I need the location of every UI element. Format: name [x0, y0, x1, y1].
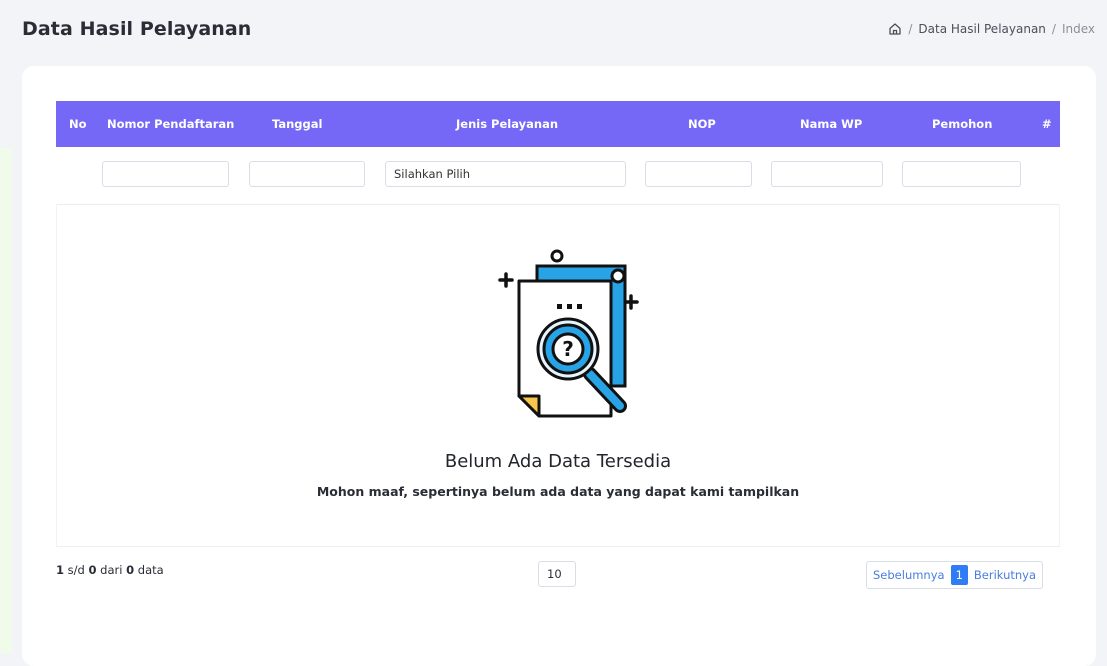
breadcrumb-item-index: Index — [1061, 22, 1095, 36]
page-size-select[interactable]: 10 — [538, 561, 576, 587]
column-no: No — [69, 117, 87, 131]
column-jenis-pelayanan: Jenis Pelayanan — [456, 117, 559, 131]
column-nama-wp: Nama WP — [800, 117, 863, 131]
page-header: Data Hasil Pelayanan / Data Hasil Pelaya… — [22, 14, 1095, 44]
filter-row: Silahkan Pilih — [56, 147, 1060, 205]
breadcrumb-separator: / — [1051, 22, 1056, 36]
column-nop: NOP — [688, 117, 716, 131]
home-icon[interactable] — [888, 22, 902, 36]
breadcrumb-item-data-hasil-pelayanan[interactable]: Data Hasil Pelayanan — [918, 22, 1045, 36]
breadcrumb-separator: / — [908, 22, 913, 36]
column-nomor-pendaftaran: Nomor Pendaftaran — [107, 117, 235, 131]
next-page-button[interactable]: Berikutnya — [968, 562, 1042, 588]
column-pemohon: Pemohon — [932, 117, 993, 131]
total-count: 0 — [126, 563, 135, 577]
pagination: Sebelumnya 1 Berikutnya — [866, 561, 1044, 589]
content-card: No Nomor Pendaftaran Tanggal Jenis Pelay… — [22, 66, 1096, 666]
prev-page-button[interactable]: Sebelumnya — [867, 562, 951, 588]
side-strip — [0, 148, 12, 653]
empty-state-title: Belum Ada Data Tersedia — [444, 451, 672, 472]
range-end: 0 — [88, 563, 97, 577]
filter-pemohon-input[interactable] — [902, 161, 1021, 187]
filter-nama-wp-input[interactable] — [771, 161, 883, 187]
page-title: Data Hasil Pelayanan — [22, 18, 252, 40]
filter-nop-input[interactable] — [645, 161, 752, 187]
filter-nomor-pendaftaran-input[interactable] — [102, 161, 229, 187]
table-info: 1 s/d 0 dari 0 data — [56, 563, 164, 577]
table-header: No Nomor Pendaftaran Tanggal Jenis Pelay… — [56, 101, 1060, 147]
svg-text:?: ? — [562, 337, 574, 361]
column-tanggal: Tanggal — [272, 117, 323, 131]
range-dari-label: dari — [100, 563, 123, 577]
document-search-icon: ? — [498, 249, 639, 418]
filter-tanggal-input[interactable] — [249, 161, 365, 187]
column-actions: # — [1042, 117, 1052, 131]
empty-state: ? Belum Ada Data Tersedia Mohon maaf, se… — [56, 204, 1060, 547]
data-table: No Nomor Pendaftaran Tanggal Jenis Pelay… — [56, 101, 1060, 547]
range-sd-label: s/d — [67, 563, 85, 577]
empty-state-message: Mohon maaf, sepertinya belum ada data ya… — [316, 484, 800, 499]
range-start: 1 — [56, 563, 65, 577]
page-1-button[interactable]: 1 — [950, 565, 968, 585]
filter-jenis-pelayanan-select[interactable]: Silahkan Pilih — [385, 161, 626, 187]
data-label: data — [137, 563, 164, 577]
breadcrumb: / Data Hasil Pelayanan / Index — [888, 22, 1095, 36]
